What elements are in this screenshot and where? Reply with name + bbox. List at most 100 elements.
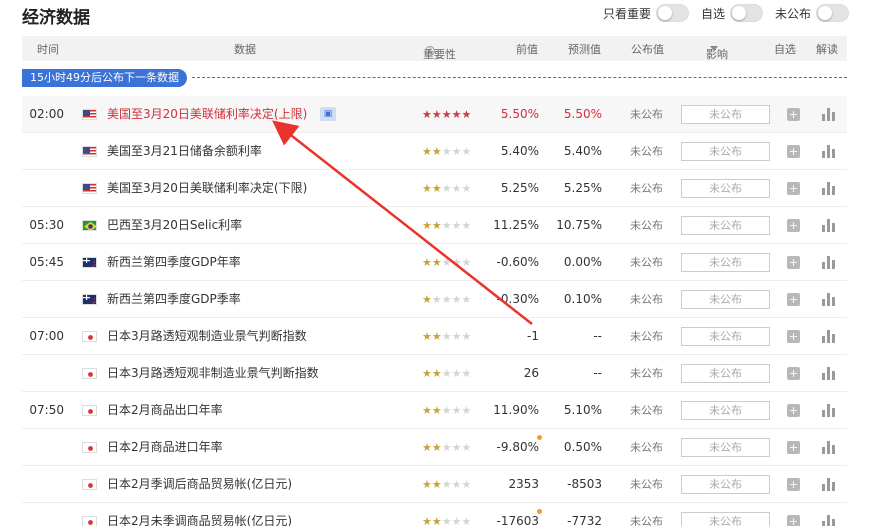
- table-row[interactable]: 日本3月路透短观非制造业景气判断指数 ★★★★★ 26 -- 未公布 未公布 +: [22, 355, 847, 392]
- table-row[interactable]: 02:00 美国至3月20日美联储利率决定(上限) ▣ ★★★★★ 5.50% …: [22, 96, 847, 133]
- forecast-value: 5.25%: [563, 181, 602, 195]
- bar-chart-icon[interactable]: [822, 366, 835, 380]
- previous-value: -0.60%: [496, 255, 539, 269]
- br-flag-icon: [82, 220, 97, 231]
- filter-label: 自选: [700, 6, 725, 21]
- impact-box: 未公布: [681, 216, 770, 235]
- bar-chart-icon[interactable]: [822, 329, 835, 343]
- info-icon[interactable]: i: [425, 46, 435, 56]
- previous-value: 5.25%: [500, 181, 539, 195]
- add-watchlist-button[interactable]: +: [787, 441, 800, 454]
- bar-chart-icon[interactable]: [822, 292, 835, 306]
- actual-value: 未公布: [630, 293, 663, 306]
- table-row[interactable]: 新西兰第四季度GDP季率 ★★★★★ -0.30% 0.10% 未公布 未公布 …: [22, 281, 847, 318]
- table-row[interactable]: 日本2月未季调商品贸易帐(亿日元) ★★★★★ -17603 -7732 未公布…: [22, 503, 847, 526]
- bar-chart-icon[interactable]: [822, 255, 835, 269]
- filter-watchlist[interactable]: 自选: [701, 4, 763, 22]
- indicator-name[interactable]: 美国至3月20日美联储利率决定(上限): [107, 96, 307, 133]
- star-icon: ★: [461, 441, 472, 454]
- star-icon: ★: [441, 256, 452, 269]
- indicator-name[interactable]: 日本3月路透短观非制造业景气判断指数: [107, 355, 319, 392]
- bar-chart-icon[interactable]: [822, 514, 835, 526]
- star-icon: ★: [441, 404, 452, 417]
- indicator-name[interactable]: 美国至3月21日储备余额利率: [107, 133, 262, 170]
- filter-label: 未公布: [774, 6, 811, 21]
- header-actual: 公布值: [631, 43, 664, 56]
- revised-dot-icon: [537, 509, 542, 514]
- add-watchlist-button[interactable]: +: [787, 219, 800, 232]
- impact-box: 未公布: [681, 142, 770, 161]
- add-watchlist-button[interactable]: +: [787, 145, 800, 158]
- table-row[interactable]: 美国至3月21日储备余额利率 ★★★★★ 5.40% 5.40% 未公布 未公布…: [22, 133, 847, 170]
- star-icon: ★: [451, 219, 462, 232]
- impact-box: 未公布: [681, 512, 770, 526]
- filter-important[interactable]: 只看重要: [603, 4, 689, 22]
- indicator-name[interactable]: 日本2月季调后商品贸易帐(亿日元): [107, 466, 292, 503]
- filter-unpublished[interactable]: 未公布: [775, 4, 849, 22]
- star-icon: ★: [451, 145, 462, 158]
- table-row[interactable]: 07:00 日本3月路透短观制造业景气判断指数 ★★★★★ -1 -- 未公布 …: [22, 318, 847, 355]
- actual-value: 未公布: [630, 515, 663, 526]
- previous-value: -9.80%: [496, 440, 539, 454]
- add-watchlist-button[interactable]: +: [787, 182, 800, 195]
- release-time: 05:45: [29, 255, 64, 269]
- star-icon: ★: [451, 256, 462, 269]
- table-row[interactable]: 日本2月商品进口年率 ★★★★★ -9.80% 0.50% 未公布 未公布 +: [22, 429, 847, 466]
- bar-chart-icon[interactable]: [822, 403, 835, 417]
- star-icon: ★: [451, 293, 462, 306]
- add-watchlist-button[interactable]: +: [787, 293, 800, 306]
- star-icon: ★: [461, 256, 472, 269]
- add-watchlist-button[interactable]: +: [787, 330, 800, 343]
- indicator-name[interactable]: 新西兰第四季度GDP年率: [107, 244, 241, 281]
- indicator-name[interactable]: 日本2月商品进口年率: [107, 429, 223, 466]
- add-watchlist-button[interactable]: +: [787, 478, 800, 491]
- importance-stars: ★★★★★: [422, 133, 471, 170]
- watchlist-toggle[interactable]: [729, 4, 763, 22]
- release-time: 07:00: [29, 329, 64, 343]
- table-row[interactable]: 05:45 新西兰第四季度GDP年率 ★★★★★ -0.60% 0.00% 未公…: [22, 244, 847, 281]
- star-icon: ★: [461, 478, 472, 491]
- bar-chart-icon[interactable]: [822, 181, 835, 195]
- indicator-name[interactable]: 巴西至3月20日Selic利率: [107, 207, 242, 244]
- bar-chart-icon[interactable]: [822, 107, 835, 121]
- star-icon: ★: [441, 330, 452, 343]
- nz-flag-icon: [82, 257, 97, 268]
- release-time: 07:50: [29, 403, 64, 417]
- forecast-value: --: [593, 366, 602, 380]
- bar-chart-icon[interactable]: [822, 144, 835, 158]
- bar-chart-icon[interactable]: [822, 477, 835, 491]
- add-watchlist-button[interactable]: +: [787, 108, 800, 121]
- indicator-name[interactable]: 新西兰第四季度GDP季率: [107, 281, 241, 318]
- star-icon: ★: [461, 182, 472, 195]
- indicator-name[interactable]: 美国至3月20日美联储利率决定(下限): [107, 170, 307, 207]
- unpublished-toggle[interactable]: [816, 4, 849, 22]
- add-watchlist-button[interactable]: +: [787, 256, 800, 269]
- add-watchlist-button[interactable]: +: [787, 367, 800, 380]
- document-icon[interactable]: ▣: [320, 107, 336, 121]
- star-icon: ★: [461, 108, 472, 121]
- indicator-name[interactable]: 日本3月路透短观制造业景气判断指数: [107, 318, 307, 355]
- table-row[interactable]: 日本2月季调后商品贸易帐(亿日元) ★★★★★ 2353 -8503 未公布 未…: [22, 466, 847, 503]
- actual-value: 未公布: [630, 478, 663, 491]
- indicator-name[interactable]: 日本2月未季调商品贸易帐(亿日元): [107, 503, 292, 526]
- table-row[interactable]: 05:30 巴西至3月20日Selic利率 ★★★★★ 11.25% 10.75…: [22, 207, 847, 244]
- add-watchlist-button[interactable]: +: [787, 515, 800, 526]
- table-row[interactable]: 07:50 日本2月商品出口年率 ★★★★★ 11.90% 5.10% 未公布 …: [22, 392, 847, 429]
- actual-value: 未公布: [630, 219, 663, 232]
- star-icon: ★: [451, 478, 462, 491]
- add-watchlist-button[interactable]: +: [787, 404, 800, 417]
- bar-chart-icon[interactable]: [822, 218, 835, 232]
- star-icon: ★: [461, 404, 472, 417]
- star-icon: ★: [451, 108, 462, 121]
- star-icon: ★: [451, 367, 462, 380]
- table-header: 时间 数据 重要性 i 前值 预测值 公布值 影响 自选 解读: [22, 36, 847, 61]
- star-icon: ★: [461, 293, 472, 306]
- star-icon: ★: [441, 478, 452, 491]
- table-row[interactable]: 美国至3月20日美联储利率决定(下限) ★★★★★ 5.25% 5.25% 未公…: [22, 170, 847, 207]
- indicator-name[interactable]: 日本2月商品出口年率: [107, 392, 223, 429]
- important-toggle[interactable]: [655, 4, 689, 22]
- star-icon: ★: [431, 330, 442, 343]
- star-icon: ★: [441, 145, 452, 158]
- star-icon: ★: [431, 256, 442, 269]
- bar-chart-icon[interactable]: [822, 440, 835, 454]
